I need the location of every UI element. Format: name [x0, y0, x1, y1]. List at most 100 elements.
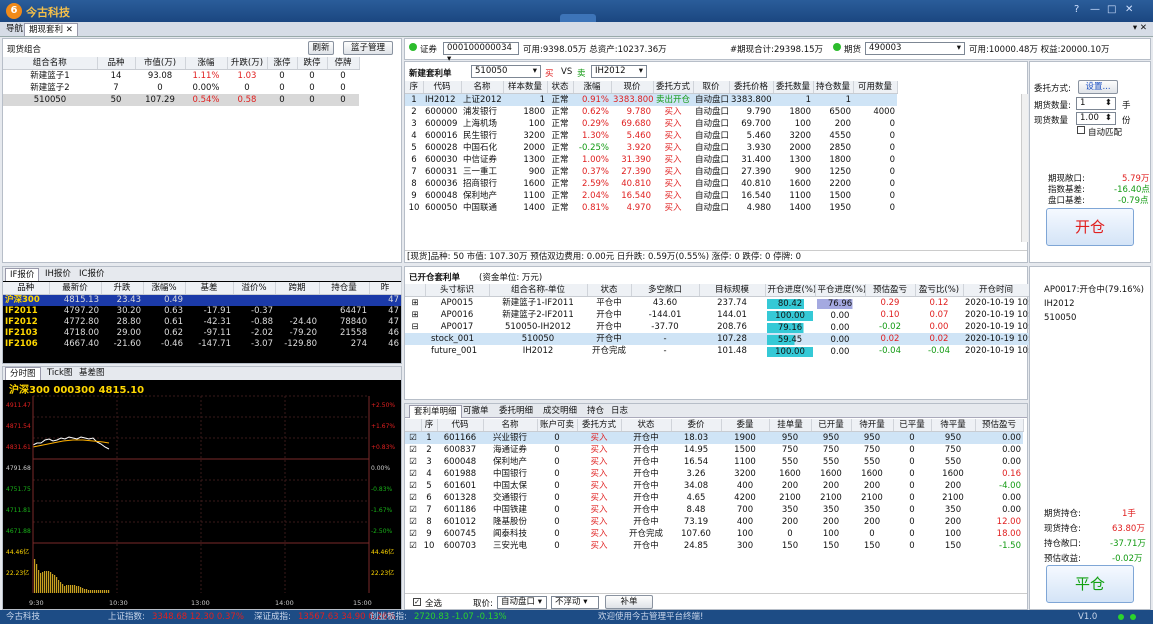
detail-row[interactable]: ☑ 9 600745 闻泰科技 0 买入 开仓完成 107.60 100 0 100 0 0 100 18.…: [405, 528, 1023, 540]
help-icon[interactable]: ?: [1074, 4, 1079, 15]
supplement-order-button[interactable]: 补单: [605, 595, 653, 609]
arb-row[interactable]: 3 600009 上海机场 100 正常 0.29% 69.680 买入 自动盘口 69.700 1…: [405, 118, 897, 130]
col-header[interactable]: 最新价: [49, 282, 102, 295]
maximize-icon[interactable]: □: [1107, 4, 1116, 15]
arb-left-select[interactable]: 510050 ▾: [471, 65, 541, 78]
tab-basis[interactable]: 基差图: [75, 367, 109, 380]
col-header[interactable]: 样本数量: [503, 81, 548, 94]
col-header[interactable]: 预估盈亏: [975, 419, 1024, 432]
expand-toggle-icon[interactable]: ⊞: [405, 309, 425, 321]
col-header[interactable]: [405, 284, 426, 297]
col-header[interactable]: 停牌: [327, 57, 360, 70]
col-header[interactable]: 头寸标识: [425, 284, 490, 297]
col-header[interactable]: 挂单量: [769, 419, 812, 432]
col-header[interactable]: 代码: [437, 419, 484, 432]
quote-row[interactable]: IF2106 4667.40 -21.60 -0.46 -147.71 -3.07 -129…: [3, 339, 401, 350]
tab-order-detail[interactable]: 委托明细: [495, 405, 537, 418]
expand-toggle-icon[interactable]: ⊟: [405, 321, 425, 333]
settings-button[interactable]: 设置...: [1078, 80, 1118, 94]
col-header[interactable]: 品种: [3, 282, 50, 295]
price-mode-select[interactable]: 自动盘口 ▾: [497, 596, 547, 609]
tab-log[interactable]: 日志: [607, 405, 632, 418]
col-header[interactable]: 目标规模: [699, 284, 766, 297]
tab-positions[interactable]: 持仓: [583, 405, 608, 418]
detail-row[interactable]: ☑ 8 601012 隆基股份 0 买入 开仓中 73.19 400 200 200 200 0 200 1…: [405, 516, 1023, 528]
arb-row[interactable]: 5 600028 中国石化 2000 正常 -0.25% 3.920 买入 自动盘口 3.930 2…: [405, 142, 897, 154]
col-header[interactable]: 品种: [97, 57, 136, 70]
col-header[interactable]: 名称: [461, 81, 504, 94]
detail-row[interactable]: ☑ 4 601988 中国银行 0 买入 开仓中 3.26 3200 1600 1600 1600 0 1…: [405, 468, 1023, 480]
col-header[interactable]: 待平量: [931, 419, 976, 432]
col-header[interactable]: 升跌(万): [227, 57, 268, 70]
col-header[interactable]: 组合名称: [3, 57, 98, 70]
col-header[interactable]: 代码: [423, 81, 462, 94]
expand-toggle-icon[interactable]: [405, 333, 425, 345]
opened-row[interactable]: ⊞ AP0015 新建篮子1-IF2011 平仓中 43.60 237.74 80.42 76…: [405, 297, 1029, 310]
detail-row[interactable]: ☑ 5 601601 中国太保 0 买入 开仓中 34.08 400 200 200 200 0 200 -…: [405, 480, 1023, 492]
col-header[interactable]: 市值(万): [135, 57, 186, 70]
col-header[interactable]: 委价: [671, 419, 722, 432]
row-checkbox[interactable]: ☑: [405, 528, 421, 540]
col-header[interactable]: 持仓数量: [813, 81, 854, 94]
col-header[interactable]: 平仓进度(%): [815, 284, 866, 297]
arb-row[interactable]: 4 600016 民生银行 3200 正常 1.30% 5.460 买入 自动盘口 5.460 32…: [405, 130, 897, 142]
arb-right-select[interactable]: IH2012 ▾: [591, 65, 647, 78]
col-header[interactable]: 升跌: [101, 282, 144, 295]
detail-row[interactable]: ☑ 7 601186 中国铁建 0 买入 开仓中 8.48 700 350 350 350 0 350 0.…: [405, 504, 1023, 516]
col-header[interactable]: 已开量: [811, 419, 852, 432]
arb-row[interactable]: 7 600031 三一重工 900 正常 0.37% 27.390 买入 自动盘口 27.390 9…: [405, 166, 897, 178]
basket-manage-button[interactable]: 篮子管理: [343, 41, 393, 55]
tab-ih-quote[interactable]: IH报价: [41, 268, 75, 281]
col-header[interactable]: 盈亏比(%): [915, 284, 964, 297]
col-header[interactable]: 涨幅%: [143, 282, 186, 295]
col-header[interactable]: 状态: [587, 284, 632, 297]
col-header[interactable]: 涨幅: [185, 57, 228, 70]
tab-if-quote[interactable]: IF报价: [5, 268, 40, 281]
expand-toggle-icon[interactable]: ⊞: [405, 297, 425, 310]
col-header[interactable]: 预估盈亏: [865, 284, 916, 297]
arb-row[interactable]: 10 600050 中国联通 1400 正常 0.81% 4.970 买入 自动盘口 4.980 1…: [405, 202, 897, 214]
col-header[interactable]: 持仓量: [319, 282, 370, 295]
row-checkbox[interactable]: ☑: [405, 480, 421, 492]
tab-minute[interactable]: 分时图: [5, 367, 41, 380]
float-mode-select[interactable]: 不浮动 ▾: [551, 596, 599, 609]
arb-row[interactable]: 2 600000 浦发银行 1800 正常 0.62% 9.780 买入 自动盘口 9.790 18…: [405, 106, 897, 118]
portfolio-row-selected[interactable]: 510050 50 107.29 0.54% 0.58 0 0 0: [3, 94, 359, 106]
expand-toggle-icon[interactable]: [405, 345, 425, 357]
arb-row[interactable]: 9 600048 保利地产 1100 正常 2.04% 16.540 买入 自动盘口 16.540…: [405, 190, 897, 202]
col-header[interactable]: 开仓进度(%): [765, 284, 816, 297]
detail-row[interactable]: ☑ 3 600048 保利地产 0 买入 开仓中 16.54 1100 550 550 550 0 550…: [405, 456, 1023, 468]
col-header[interactable]: 已平量: [893, 419, 932, 432]
col-header[interactable]: 基差: [185, 282, 234, 295]
col-header[interactable]: 待开量: [851, 419, 894, 432]
stock-account-select[interactable]: 000100000034 ▾: [443, 42, 519, 64]
tab-tick[interactable]: Tick图: [43, 367, 76, 380]
detail-row[interactable]: ☑ 1 601166 兴业银行 0 买入 开仓中 18.03 1900 950 950 950 0 950…: [405, 431, 1023, 444]
refresh-button[interactable]: 刷新: [308, 41, 334, 55]
tab-arb-detail[interactable]: 套利单明细: [409, 405, 462, 418]
row-checkbox[interactable]: ☑: [405, 516, 421, 528]
arb-row[interactable]: 8 600036 招商银行 1600 正常 2.59% 40.810 买入 自动盘口 40.810…: [405, 178, 897, 190]
futures-qty-input[interactable]: 1 ⬍: [1076, 97, 1116, 110]
col-header[interactable]: 委量: [721, 419, 770, 432]
portfolio-row[interactable]: 新建篮子1 14 93.08 1.11% 1.03 0 0 0: [3, 70, 359, 83]
opened-sub-row[interactable]: stock_001 510050 开仓中 -107.28 59.45 0.00 0.02 0.…: [405, 333, 1029, 345]
col-header[interactable]: 可用数量: [853, 81, 898, 94]
col-header[interactable]: 序: [421, 419, 438, 432]
detail-row[interactable]: ☑ 2 600837 海通证券 0 买入 开仓中 14.95 1500 750 750 750 0 750…: [405, 444, 1023, 456]
tab-ic-quote[interactable]: IC报价: [75, 268, 108, 281]
opened-sub-row[interactable]: future_001 IH2012 开仓完成 - 101.48 100.00 0.00 -0.…: [405, 345, 1029, 357]
quote-row[interactable]: IF2012 4772.80 28.80 0.61 -42.31 -0.88 -24.40 7…: [3, 317, 401, 328]
minimize-icon[interactable]: —: [1090, 4, 1100, 15]
col-header[interactable]: 多空敞口: [631, 284, 700, 297]
arb-row[interactable]: 1 IH2012 上证2012 1 正常 0.91% 3383.800 卖出开仓 自动盘口 338…: [405, 93, 897, 106]
quote-row[interactable]: IF2011 4797.20 30.20 0.63 -17.91 -0.37 64471 47: [3, 306, 401, 317]
close-position-button[interactable]: 平仓: [1046, 565, 1134, 603]
detail-row[interactable]: ☑ 10 600703 三安光电 0 买入 开仓中 24.85 300 150 150 150 0 150…: [405, 540, 1023, 552]
col-header[interactable]: 跌停: [297, 57, 328, 70]
col-header[interactable]: 涨停: [267, 57, 298, 70]
col-header[interactable]: 账户可卖: [537, 419, 578, 432]
col-header[interactable]: 状态: [547, 81, 574, 94]
row-checkbox[interactable]: ☑: [405, 540, 421, 552]
col-header[interactable]: 委托价格: [729, 81, 774, 94]
